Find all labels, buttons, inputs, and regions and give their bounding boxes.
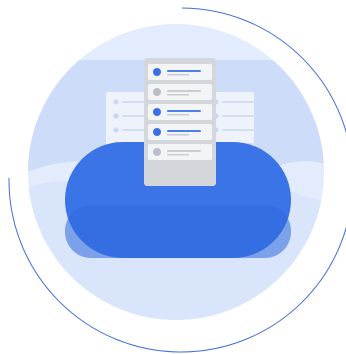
server-row-subline [167,74,189,76]
card-row-line [222,101,256,103]
status-dot-inactive-icon [153,88,161,96]
cloud-server-illustration [0,0,346,354]
server-row-line [167,90,201,92]
status-dot-inactive-icon [153,148,161,156]
card-row-line [222,115,256,117]
server-stack [144,58,216,186]
card-dot-icon [113,99,119,105]
status-dot-active-icon [153,68,161,76]
server-row-subline [167,114,189,116]
card-row-line [222,129,256,131]
card-dot-icon [113,113,119,119]
server-row-line [167,130,201,132]
server-row [148,104,212,120]
server-row-line [167,110,201,112]
server-row-subline [167,134,189,136]
server-row [148,124,212,140]
illustration-canvas [8,7,346,353]
status-dot-active-icon [153,108,161,116]
server-row [148,84,212,100]
server-row [148,144,212,160]
server-row [148,64,212,80]
server-row-subline [167,94,189,96]
server-row-subline [167,154,189,156]
status-dot-active-icon [153,128,161,136]
server-row-line [167,70,201,72]
server-row-line [167,150,201,152]
card-dot-icon [113,127,119,133]
